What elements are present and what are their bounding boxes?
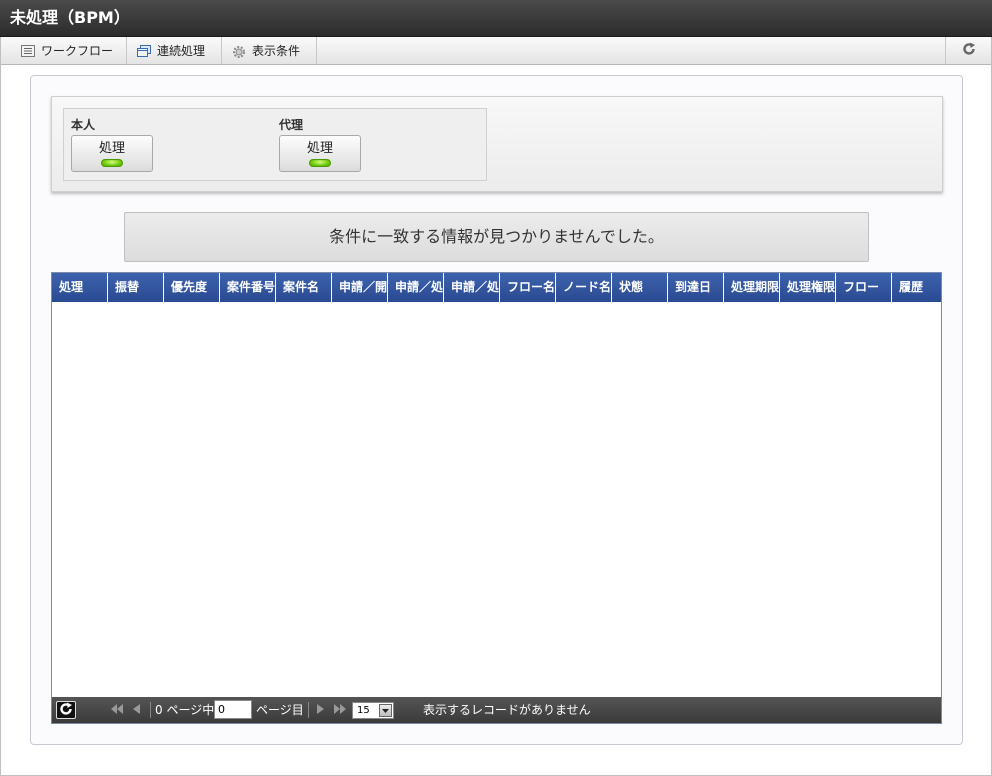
column-header[interactable]: 振替 <box>108 273 164 302</box>
column-header[interactable]: 状態 <box>612 273 668 302</box>
column-header[interactable]: 案件番号 <box>220 273 276 302</box>
next-page-icon[interactable] <box>316 703 328 715</box>
self-process-button-label: 処理 <box>98 140 125 156</box>
pager-divider <box>308 702 309 718</box>
toolbar: ワークフロー 連続処理 表示条件 <box>0 37 992 65</box>
process-panel: 本人 処理 代理 処理 <box>51 96 943 192</box>
toolbar-refresh-button[interactable] <box>945 37 991 64</box>
self-process-button[interactable]: 処理 <box>71 135 153 172</box>
page-number-input[interactable] <box>214 700 252 719</box>
column-header[interactable]: フロー名 <box>500 273 556 302</box>
refresh-icon <box>59 702 73 719</box>
grid-header: 処理 振替 優先度 案件番号 案件名 申請／開 申請／処 申請／処 フロー名 ノ… <box>52 273 941 302</box>
toolbar-workflow-button[interactable]: ワークフロー <box>11 37 127 64</box>
no-results-message: 条件に一致する情報が見つかりませんでした。 <box>124 212 869 262</box>
pager-divider <box>150 702 151 718</box>
column-header[interactable]: 処理権限 <box>780 273 836 302</box>
prev-page-icon[interactable] <box>131 703 143 715</box>
column-header[interactable]: 処理期限 <box>724 273 780 302</box>
proxy-process-button-label: 処理 <box>306 140 333 156</box>
refresh-icon <box>962 42 976 59</box>
column-header[interactable]: 申請／処 <box>444 273 500 302</box>
status-led-icon <box>101 158 123 167</box>
toolbar-workflow-label: ワークフロー <box>41 44 114 58</box>
pager-refresh-button[interactable] <box>56 701 76 719</box>
column-header[interactable]: 優先度 <box>164 273 220 302</box>
chevron-down-icon <box>379 704 392 717</box>
toolbar-display-condition-button[interactable]: 表示条件 <box>222 37 317 64</box>
column-header[interactable]: 申請／処 <box>388 273 444 302</box>
self-process-group: 本人 処理 <box>71 116 153 172</box>
proxy-process-group: 代理 処理 <box>279 116 361 172</box>
column-header[interactable]: フロー <box>836 273 892 302</box>
page-size-select[interactable]: 15 <box>352 702 394 719</box>
self-label: 本人 <box>71 118 96 132</box>
pager-status-text: 表示するレコードがありません <box>423 703 591 717</box>
column-header[interactable]: 案件名 <box>276 273 332 302</box>
task-grid: 処理 振替 優先度 案件番号 案件名 申請／開 申請／処 申請／処 フロー名 ノ… <box>51 272 942 724</box>
list-icon <box>21 44 35 57</box>
page-size-value: 15 <box>357 705 370 716</box>
page-count-text: 0 ページ中 <box>155 703 215 717</box>
main-frame: 本人 処理 代理 処理 条件に一致する情報が見つかりませんでした。 処理 振替 … <box>30 75 963 745</box>
first-page-icon[interactable] <box>110 703 123 715</box>
process-group-box: 本人 処理 代理 処理 <box>63 108 487 181</box>
proxy-process-button[interactable]: 処理 <box>279 135 361 172</box>
column-header[interactable]: 履歴 <box>892 273 941 302</box>
window-title: 未処理（BPM） <box>0 0 992 37</box>
gear-icon <box>232 45 246 58</box>
column-header[interactable]: 申請／開 <box>332 273 388 302</box>
toolbar-display-condition-label: 表示条件 <box>252 44 301 58</box>
toolbar-batch-process-button[interactable]: 連続処理 <box>127 37 222 64</box>
column-header[interactable]: 到達日 <box>668 273 724 302</box>
status-led-icon <box>309 158 331 167</box>
proxy-label: 代理 <box>279 118 304 132</box>
last-page-icon[interactable] <box>333 703 346 715</box>
column-header[interactable]: ノード名 <box>556 273 612 302</box>
content-area: 本人 処理 代理 処理 条件に一致する情報が見つかりませんでした。 処理 振替 … <box>0 65 992 776</box>
windows-icon <box>137 44 151 57</box>
column-header[interactable]: 処理 <box>52 273 108 302</box>
toolbar-batch-process-label: 連続処理 <box>157 44 206 58</box>
pager-bar: 0 ページ中 ページ目 15 表示するレコードがありません <box>52 697 941 723</box>
page-suffix-text: ページ目 <box>256 703 304 717</box>
